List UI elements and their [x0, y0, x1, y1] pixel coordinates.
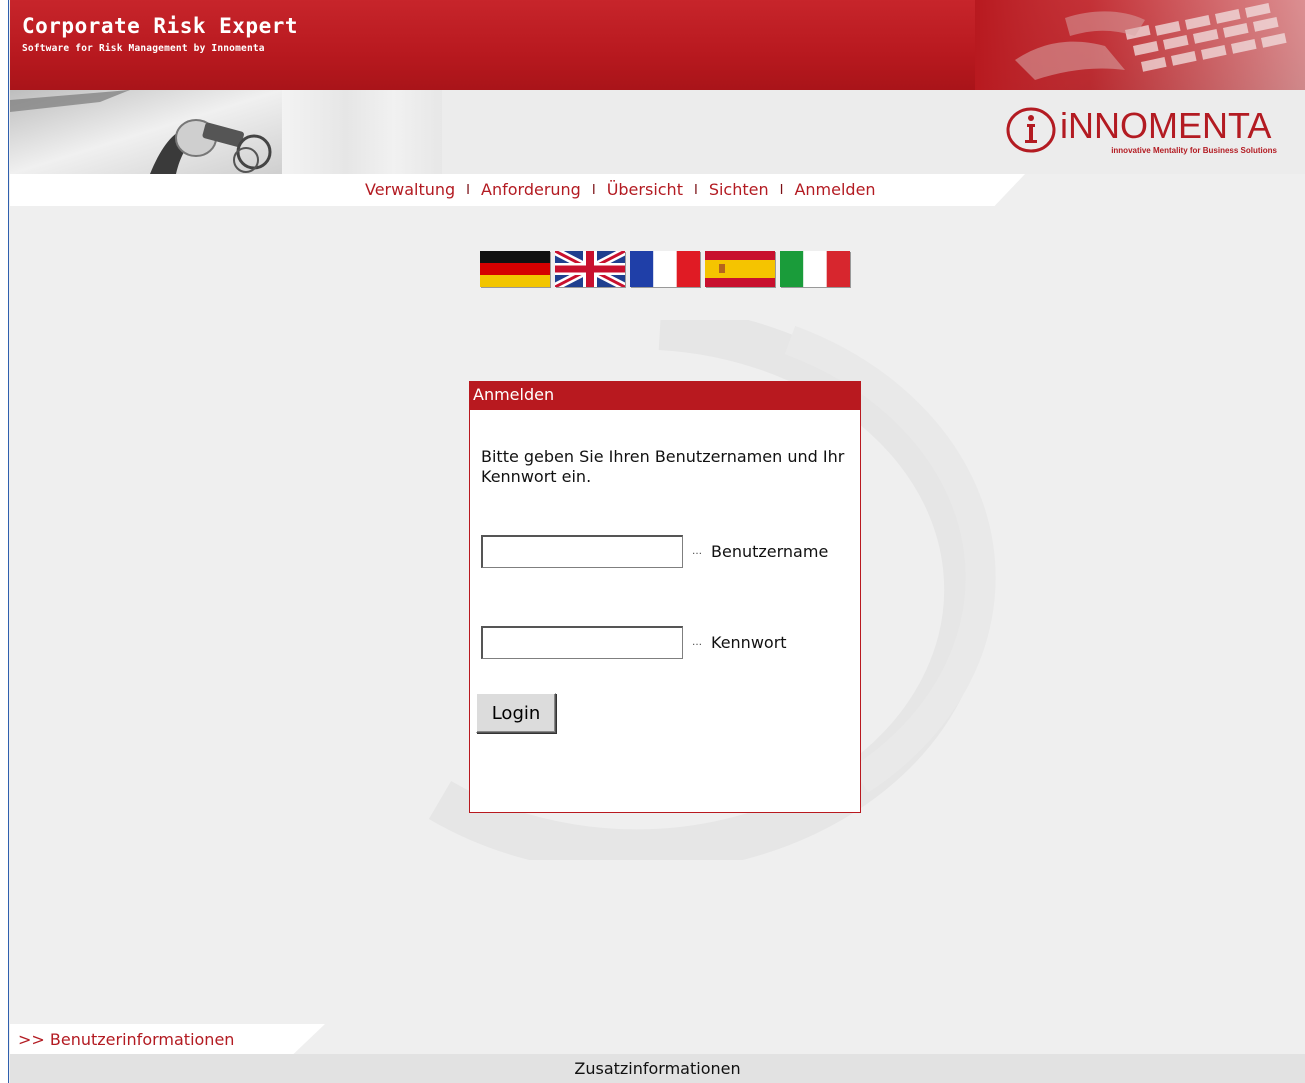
username-label: Benutzername	[711, 542, 829, 561]
password-label: Kennwort	[711, 633, 787, 652]
nav-item-sichten[interactable]: Sichten	[709, 180, 769, 199]
login-button[interactable]: Login	[476, 693, 556, 733]
login-panel: Anmelden Bitte geben Sie Ihren Benutzern…	[469, 381, 861, 813]
label-dash: …	[692, 637, 702, 648]
password-input[interactable]	[481, 626, 683, 659]
login-heading: Anmelden	[470, 382, 860, 410]
additional-info-bar: Zusatzinformationen	[10, 1054, 1305, 1083]
nav-item-uebersicht[interactable]: Übersicht	[607, 180, 683, 199]
nav-separator: I	[466, 183, 471, 198]
info-circle-logo-icon	[1006, 107, 1056, 153]
main-nav: Verwaltung I Anforderung I Übersicht I Sichten…	[10, 174, 1305, 206]
nav-item-verwaltung[interactable]: Verwaltung	[365, 180, 455, 199]
app-header: Corporate Risk Expert Software for Risk …	[10, 0, 1305, 90]
app-title: Corporate Risk Expert	[22, 14, 299, 38]
login-instructions: Bitte geben Sie Ihren Benutzernamen und …	[481, 447, 845, 486]
password-label-wrap: … Kennwort	[692, 633, 787, 652]
nav-separator: I	[693, 183, 698, 198]
uk-flag-icon[interactable]	[555, 251, 625, 287]
nav-links: Verwaltung I Anforderung I Übersicht I Sichten…	[365, 180, 876, 199]
nav-item-anmelden[interactable]: Anmelden	[794, 180, 875, 199]
banner: iNNOMENTA innovative Mentality for Busin…	[10, 90, 1305, 174]
spanish-flag-icon[interactable]	[705, 251, 775, 287]
innomenta-logo: iNNOMENTA innovative Mentality for Busin…	[1005, 106, 1277, 158]
nav-separator: I	[779, 183, 784, 198]
username-label-wrap: … Benutzername	[692, 542, 828, 561]
app-subtitle: Software for Risk Management by Innoment…	[22, 43, 265, 54]
nav-separator: I	[591, 183, 596, 198]
nav-item-anforderung[interactable]: Anforderung	[481, 180, 581, 199]
italian-flag-icon[interactable]	[780, 251, 850, 287]
username-input[interactable]	[481, 535, 683, 568]
keyboard-hands-photo	[975, 0, 1305, 90]
window-left-border	[0, 0, 9, 1083]
key-lock-photo	[10, 90, 282, 174]
german-flag-icon[interactable]	[480, 251, 550, 287]
language-flags	[480, 251, 852, 287]
additional-info-label: Zusatzinformationen	[574, 1059, 741, 1078]
logo-text: iNNOMENTA	[1060, 105, 1272, 146]
user-info-link[interactable]: >> Benutzerinformationen	[18, 1030, 234, 1049]
french-flag-icon[interactable]	[630, 251, 700, 287]
logo-tagline: innovative Mentality for Business Soluti…	[1111, 146, 1277, 155]
banner-stripe	[282, 90, 442, 174]
label-dash: …	[692, 546, 702, 557]
